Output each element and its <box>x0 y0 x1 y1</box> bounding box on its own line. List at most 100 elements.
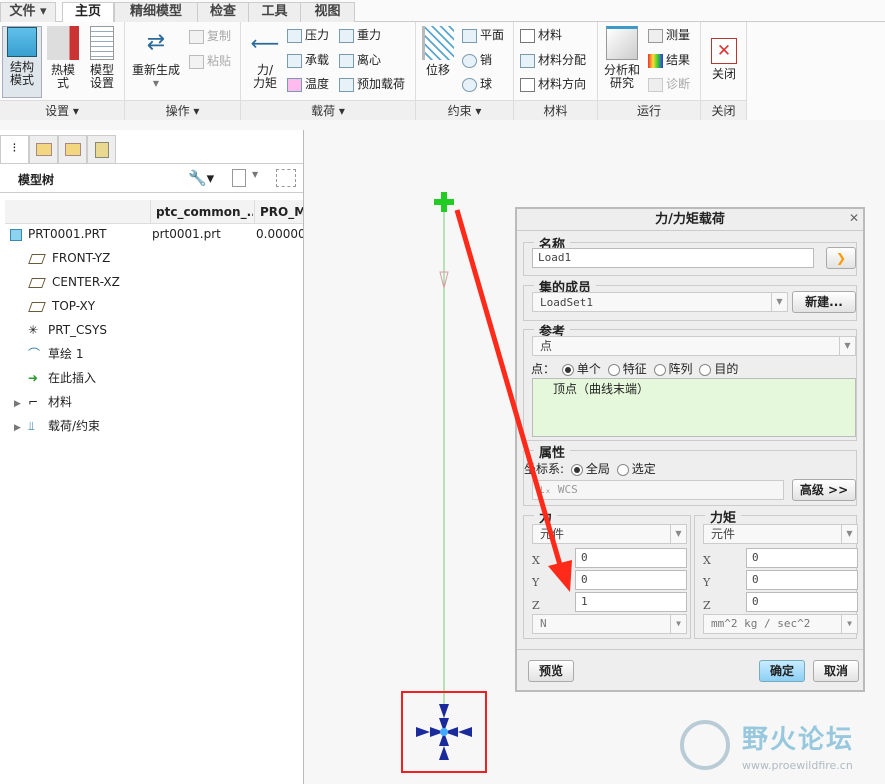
force-y-input[interactable]: 0 <box>575 570 687 590</box>
moment-z-input[interactable]: 0 <box>746 592 858 612</box>
thermal-mode-button[interactable]: 热模 式 <box>45 26 81 90</box>
references-section: 参考 点 ▼ 点： 单个 特征 阵列 目的 顶点（曲线末端） <box>523 321 857 441</box>
plane-button[interactable]: 平面 <box>462 25 504 45</box>
column-header-pro-m[interactable]: PRO_M <box>254 200 303 224</box>
tab-file[interactable]: 文件 ▾ <box>0 2 56 22</box>
material-orientation-button[interactable]: 材料方向 <box>520 74 586 94</box>
displacement-button[interactable]: 位移 <box>421 26 455 77</box>
tab-favorites[interactable] <box>58 135 87 163</box>
tree-item-front-yz[interactable]: FRONT-YZ <box>28 247 110 269</box>
ok-button[interactable]: 确定 <box>759 660 805 682</box>
force-z-input[interactable]: 1 <box>575 592 687 612</box>
reference-collector[interactable]: 顶点（曲线末端） <box>532 378 856 437</box>
ribbon: 结构 模式 热模 式 模型 设置 设置 ▾ ⇄ 重新生成 ▼ 复制 粘贴 操作 ▾… <box>0 22 747 120</box>
force-type-select[interactable]: 元件 ▼ <box>532 524 687 544</box>
regenerate-label: 重新生成 <box>131 63 180 77</box>
material-icon <box>520 28 535 43</box>
name-input[interactable]: Load1 <box>532 248 814 268</box>
material-icon: ⌐ <box>28 395 39 409</box>
bearing-button[interactable]: 承载 <box>287 50 329 70</box>
new-set-button[interactable]: 新建... <box>792 291 856 313</box>
tree-item-materials[interactable]: ▶ ⌐ 材料 <box>14 391 72 413</box>
close-button[interactable]: ✕ 关闭 <box>706 26 742 81</box>
paste-button[interactable]: 粘贴 <box>189 51 231 71</box>
pressure-button[interactable]: 压力 <box>287 25 329 45</box>
color-picker-button[interactable]: ❯ <box>826 247 856 269</box>
tab-refine-model[interactable]: 精细模型 <box>114 2 198 22</box>
expand-icon[interactable]: ▶ <box>14 417 28 439</box>
force-x-input[interactable]: 0 <box>575 548 687 568</box>
diagnostics-button[interactable]: 诊断 <box>648 74 690 94</box>
cancel-button[interactable]: 取消 <box>813 660 859 682</box>
moment-y-input[interactable]: 0 <box>746 570 858 590</box>
tab-search[interactable] <box>87 135 116 163</box>
force-moment-button[interactable]: ⟵ 力/ 力矩 <box>246 26 284 90</box>
model-setup-button[interactable]: 模型 设置 <box>84 26 120 90</box>
radio-pattern[interactable]: 阵列 <box>651 362 693 376</box>
reference-type-select[interactable]: 点 ▼ <box>532 336 856 356</box>
analyses-studies-button[interactable]: 分析和 研究 <box>602 26 642 90</box>
divider <box>517 649 863 650</box>
tree-item-insert-here[interactable]: ➜ 在此插入 <box>28 367 96 389</box>
pin-button[interactable]: 销 <box>462 50 492 70</box>
expand-icon[interactable]: ▶ <box>14 393 28 415</box>
tree-icon: ⁝ <box>12 141 17 156</box>
tree-item-loads-constraints[interactable]: ▶ ⫫ 载荷/约束 <box>14 415 100 437</box>
tree-item-center-xz[interactable]: CENTER-XZ <box>28 271 120 293</box>
material-assignment-button[interactable]: 材料分配 <box>520 50 586 70</box>
reference-item[interactable]: 顶点（曲线末端） <box>553 382 649 396</box>
tab-tools[interactable]: 工具 <box>248 2 301 22</box>
tree-item-top-xy[interactable]: TOP-XY <box>28 295 95 317</box>
preload-button[interactable]: 预加载荷 <box>339 74 405 94</box>
ball-icon <box>462 77 477 92</box>
material-button[interactable]: 材料 <box>520 25 562 45</box>
copy-button[interactable]: 复制 <box>189 26 231 46</box>
group-materials: 材料 材料分配 材料方向 材料 <box>514 22 598 120</box>
results-button[interactable]: 结果 <box>648 50 690 70</box>
tab-view[interactable]: 视图 <box>300 2 355 22</box>
radio-selected[interactable]: 选定 <box>614 462 656 476</box>
chevron-down-icon[interactable]: ▼ <box>252 170 258 179</box>
column-header-ptc-common[interactable]: ptc_common_... <box>150 200 253 224</box>
favorites-folder-icon <box>65 143 81 156</box>
centrifugal-button[interactable]: 离心 <box>339 50 381 70</box>
group-close: ✕ 关闭 关闭 <box>701 22 747 120</box>
moment-unit-select[interactable]: mm^2 kg / sec^2 ▼ <box>703 614 858 634</box>
part-icon <box>10 228 22 241</box>
ribbon-empty <box>747 22 885 120</box>
tab-inspect[interactable]: 检查 <box>197 2 249 22</box>
temperature-button[interactable]: 温度 <box>287 74 329 94</box>
preview-button[interactable]: 预览 <box>528 660 574 682</box>
regenerate-button[interactable]: ⇄ 重新生成 ▼ <box>130 26 182 90</box>
radio-single[interactable]: 单个 <box>559 362 601 376</box>
moment-type-select[interactable]: 元件 ▼ <box>703 524 858 544</box>
advanced-button[interactable]: 高级 >> <box>792 479 856 501</box>
gravity-button[interactable]: 重力 <box>339 25 381 45</box>
csys-input[interactable]: ⊥ₓ WCS <box>532 480 784 500</box>
tree-item-sketch-1[interactable]: ⌒ 草绘 1 <box>28 343 83 365</box>
watermark-logo-icon <box>680 720 730 770</box>
settings-tools-icon[interactable]: 🔧▾ <box>188 169 214 187</box>
radio-feature[interactable]: 特征 <box>605 362 647 376</box>
chevron-down-icon: ▼ <box>670 615 686 633</box>
radio-intent[interactable]: 目的 <box>696 362 738 376</box>
tab-model-tree[interactable]: ⁝ <box>0 135 29 163</box>
tree-item-root[interactable]: PRT0001.PRT <box>10 223 106 245</box>
radio-global[interactable]: 全局 <box>568 462 610 476</box>
force-unit-select[interactable]: N ▼ <box>532 614 687 634</box>
tab-home[interactable]: 主页 <box>62 2 114 23</box>
close-icon[interactable]: ✕ <box>849 211 859 225</box>
show-list-icon[interactable] <box>232 169 246 187</box>
moment-section: 力矩 元件 ▼ X Y Z 0 0 0 mm^2 kg / sec^2 ▼ <box>694 507 858 639</box>
tree-filter-icon[interactable] <box>276 169 296 187</box>
group-label-loads: 载荷 ▾ <box>241 100 415 120</box>
tree-item-prt-csys[interactable]: ✳ PRT_CSYS <box>28 319 107 341</box>
ball-button[interactable]: 球 <box>462 74 492 94</box>
force-moment-load-dialog: 力/力矩载荷 ✕ 名称 Load1 ❯ 集的成员 LoadSet1 ▼ 新建...… <box>515 207 865 692</box>
load-set-select[interactable]: LoadSet1 ▼ <box>532 292 788 312</box>
structure-mode-button[interactable]: 结构 模式 <box>2 26 42 98</box>
group-loads: ⟵ 力/ 力矩 压力 承载 温度 重力 离心 预加载荷 载荷 ▾ <box>241 22 416 120</box>
tab-folders[interactable] <box>29 135 58 163</box>
measure-button[interactable]: 测量 <box>648 25 690 45</box>
moment-x-input[interactable]: 0 <box>746 548 858 568</box>
